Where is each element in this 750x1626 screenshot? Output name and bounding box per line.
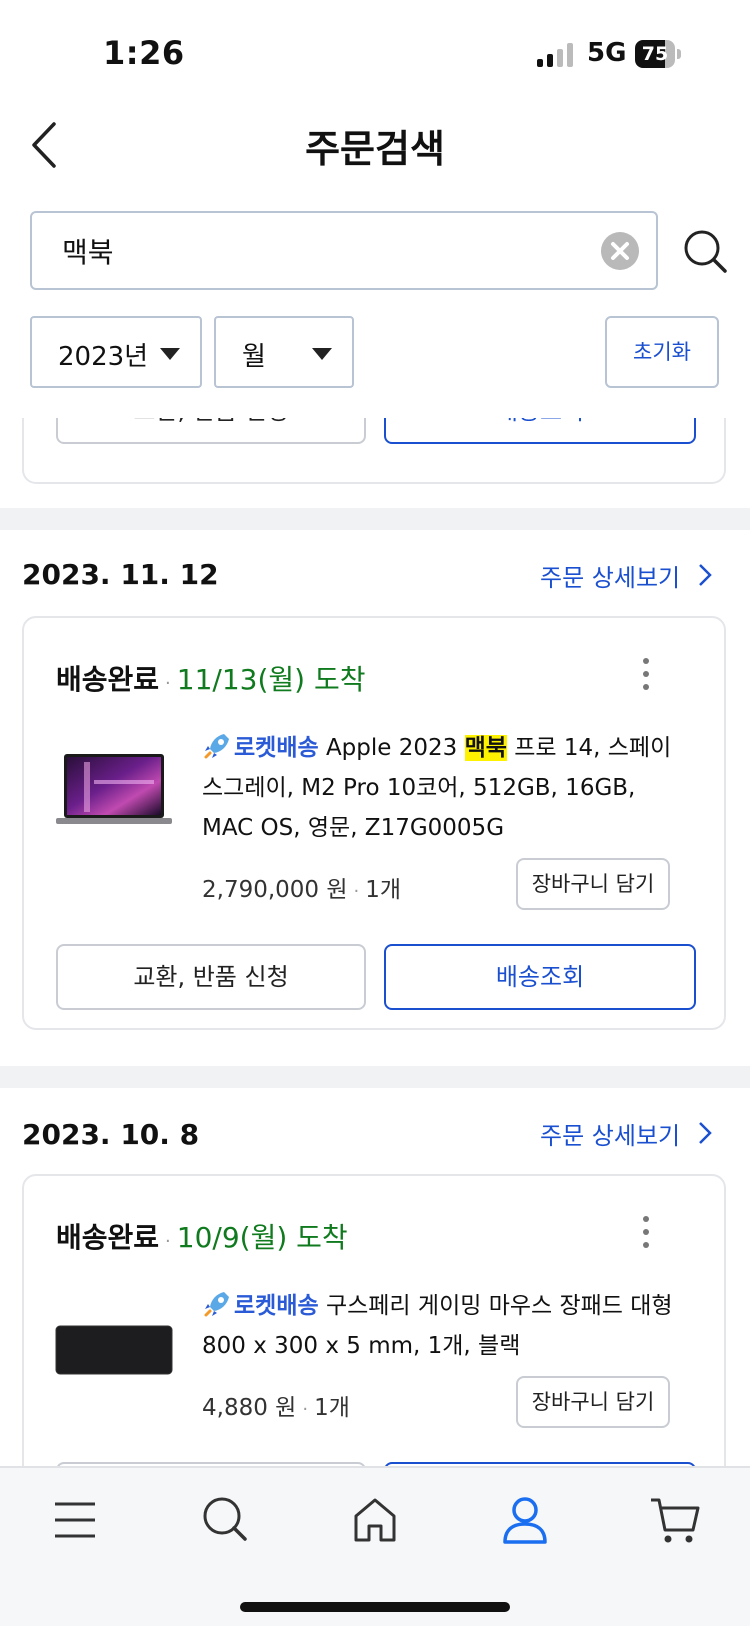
more-options-icon[interactable] [636,656,656,692]
battery-icon: 75 [635,40,675,68]
signal-icon [537,43,575,67]
track-delivery-button[interactable]: 배송조회 [384,944,696,1010]
return-request-button[interactable]: 교환, 반품 신청 [56,944,366,1010]
my-coupang-icon[interactable] [495,1490,555,1550]
month-select-label: 월 [242,342,266,372]
order-card: 배송완료 · 11/13(월) 도착 로켓배송 Apple 2023 맥북 프로… [22,616,726,1030]
product-price: 4,880 원 · 1개 [202,1388,350,1422]
order-date: 2023. 11. 12 [22,558,219,591]
chevron-right-icon[interactable] [698,1121,712,1145]
search-highlight: 맥북 [464,735,507,761]
reset-button[interactable]: 초기화 [605,316,719,388]
product-name[interactable]: 로켓배송 구스페리 게이밍 마우스 장패드 대형 800 x 300 x 5 m… [202,1286,682,1366]
search-icon[interactable] [682,228,728,274]
rocket-delivery-label: 로켓배송 [234,735,319,761]
page-header: 주문검색 [0,100,750,190]
order-detail-link[interactable]: 주문 상세보기 [540,1116,680,1151]
order-detail-link-label: 주문 상세보기 [540,564,681,592]
rocket-icon [204,1292,229,1317]
separator-dot: · [353,881,360,902]
product-thumbnail[interactable] [54,1324,174,1376]
quantity-value: 1개 [314,1395,350,1421]
network-label: 5G [587,38,627,68]
product-name[interactable]: 로켓배송 Apple 2023 맥북 프로 14, 스페이스그레이, M2 Pr… [202,728,682,848]
chevron-down-icon [312,348,332,360]
clear-icon[interactable] [601,232,639,270]
more-options-icon[interactable] [636,1214,656,1250]
arrival-date: 11/13(월) 도착 [176,663,366,696]
cart-icon[interactable] [645,1490,705,1550]
delivery-status-label: 배송완료 [56,663,160,696]
chevron-down-icon [160,348,180,360]
status-time: 1:26 [103,34,185,72]
menu-icon[interactable] [45,1490,105,1550]
order-search-screen: 1:26 5G 75 주문검색 2023년 월 초기화 [0,0,750,1626]
section-divider [0,508,750,530]
price-value: 4,880 원 [202,1395,297,1421]
product-price: 2,790,000 원 · 1개 [202,870,401,904]
order-card: 배송완료 · 10/9(월) 도착 로켓배송 구스페리 게이밍 마우스 장패드 대형… [22,1174,726,1466]
quantity-value: 1개 [365,877,402,903]
year-select[interactable]: 2023년 [30,316,202,388]
home-icon[interactable] [345,1490,405,1550]
price-value: 2,790,000 원 [202,877,348,903]
arrival-date: 10/9(월) 도착 [176,1221,348,1254]
separator-dot: · [165,673,171,694]
search-input[interactable] [62,229,562,273]
chevron-right-icon[interactable] [698,563,712,587]
product-name-part: Apple 2023 [325,735,465,761]
rocket-icon [204,734,229,759]
order-list[interactable]: 교환, 반품 신청 배송조회 2023. 11. 12 주문 상세보기 배송완료… [0,418,750,1466]
delivery-status: 배송완료 · 10/9(월) 도착 [56,1216,348,1256]
add-to-cart-button[interactable]: 장바구니 담기 [516,858,670,910]
year-select-label: 2023년 [58,342,149,372]
rocket-delivery-label: 로켓배송 [234,1293,319,1319]
status-bar: 1:26 5G 75 [0,0,750,100]
section-divider [0,1066,750,1088]
return-request-button[interactable]: 교환, 반품 신청 [56,418,366,444]
separator-dot: · [302,1399,309,1420]
battery-tip [677,49,681,59]
delivery-status-label: 배송완료 [56,1221,160,1254]
search-box[interactable] [30,211,658,290]
order-detail-link-label: 주문 상세보기 [540,1122,681,1150]
search-icon[interactable] [195,1490,255,1550]
add-to-cart-button[interactable]: 장바구니 담기 [516,1376,670,1428]
order-card-partial: 교환, 반품 신청 배송조회 [22,418,726,484]
page-title: 주문검색 [305,127,445,171]
separator-dot: · [165,1231,171,1252]
month-select[interactable]: 월 [214,316,354,388]
product-thumbnail[interactable] [54,752,174,830]
home-indicator [240,1602,510,1612]
order-date: 2023. 10. 8 [22,1118,200,1151]
delivery-status: 배송완료 · 11/13(월) 도착 [56,658,366,698]
order-detail-link[interactable]: 주문 상세보기 [540,558,680,593]
track-delivery-button[interactable]: 배송조회 [384,418,696,444]
